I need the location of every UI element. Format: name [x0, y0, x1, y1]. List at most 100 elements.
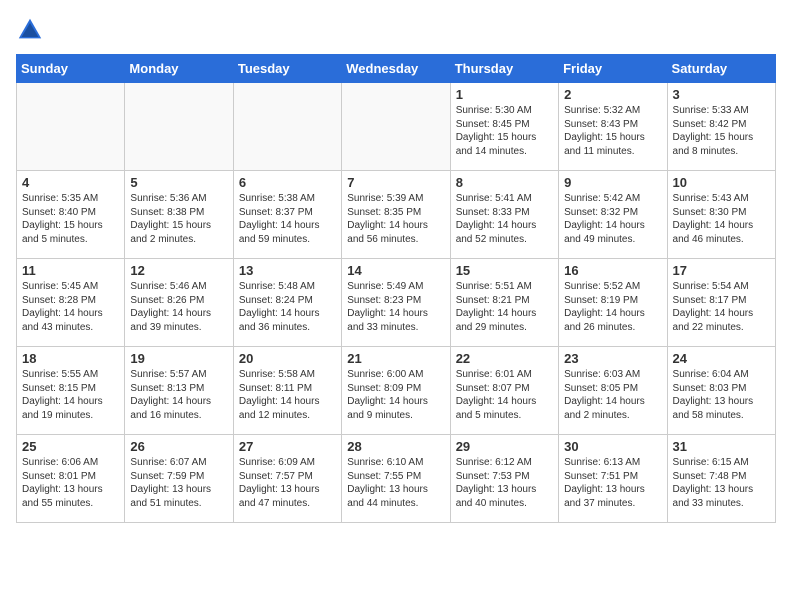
calendar-cell: 19Sunrise: 5:57 AM Sunset: 8:13 PM Dayli… [125, 347, 233, 435]
day-info: Sunrise: 6:00 AM Sunset: 8:09 PM Dayligh… [347, 368, 444, 422]
day-number: 17 [673, 263, 770, 278]
day-number: 21 [347, 351, 444, 366]
calendar-table: SundayMondayTuesdayWednesdayThursdayFrid… [16, 54, 776, 523]
day-info: Sunrise: 5:35 AM Sunset: 8:40 PM Dayligh… [22, 192, 119, 246]
day-number: 20 [239, 351, 336, 366]
calendar-cell: 25 Sunrise: 6:06 AM Sunset: 8:01 PM Dayli… [17, 435, 125, 523]
day-number: 4 [22, 175, 119, 190]
day-number: 6 [239, 175, 336, 190]
calendar-cell: 17 Sunrise: 5:54 AM Sunset: 8:17 PM Dayli… [667, 259, 775, 347]
calendar-cell [125, 83, 233, 171]
calendar-cell: 28Sunrise: 6:10 AM Sunset: 7:55 PM Dayli… [342, 435, 450, 523]
day-info: Sunrise: 5:45 AM Sunset: 8:28 PM Dayligh… [22, 280, 119, 334]
calendar-cell: 6 Sunrise: 5:38 AM Sunset: 8:37 PM Daylig… [233, 171, 341, 259]
day-number: 22 [456, 351, 553, 366]
calendar-cell: 18 Sunrise: 5:55 AM Sunset: 8:15 PM Dayli… [17, 347, 125, 435]
day-info: Sunrise: 6:09 AM Sunset: 7:57 PM Dayligh… [239, 456, 336, 510]
day-header-saturday: Saturday [667, 55, 775, 83]
calendar-cell: 26 Sunrise: 6:07 AM Sunset: 7:59 PM Dayli… [125, 435, 233, 523]
calendar-week-4: 18 Sunrise: 5:55 AM Sunset: 8:15 PM Dayli… [17, 347, 776, 435]
day-info: Sunrise: 5:51 AM Sunset: 8:21 PM Dayligh… [456, 280, 553, 334]
day-number: 1 [456, 87, 553, 102]
calendar-cell: 2 Sunrise: 5:32 AM Sunset: 8:43 PM Daylig… [559, 83, 667, 171]
calendar-cell: 5 Sunrise: 5:36 AM Sunset: 8:38 PM Daylig… [125, 171, 233, 259]
calendar-week-3: 11 Sunrise: 5:45 AM Sunset: 8:28 PM Dayli… [17, 259, 776, 347]
day-info: Sunrise: 6:03 AM Sunset: 8:05 PM Dayligh… [564, 368, 661, 422]
day-number: 2 [564, 87, 661, 102]
day-number: 14 [347, 263, 444, 278]
day-info: Sunrise: 5:30 AM Sunset: 8:45 PM Dayligh… [456, 104, 553, 158]
calendar-header-row: SundayMondayTuesdayWednesdayThursdayFrid… [17, 55, 776, 83]
day-number: 8 [456, 175, 553, 190]
day-info: Sunrise: 5:41 AM Sunset: 8:33 PM Dayligh… [456, 192, 553, 246]
calendar-cell [342, 83, 450, 171]
day-info: Sunrise: 5:58 AM Sunset: 8:11 PM Dayligh… [239, 368, 336, 422]
day-info: Sunrise: 5:43 AM Sunset: 8:30 PM Dayligh… [673, 192, 770, 246]
day-number: 9 [564, 175, 661, 190]
day-number: 13 [239, 263, 336, 278]
calendar-cell: 10 Sunrise: 5:43 AM Sunset: 8:30 PM Dayli… [667, 171, 775, 259]
calendar-cell: 24 Sunrise: 6:04 AM Sunset: 8:03 PM Dayli… [667, 347, 775, 435]
page-header [16, 16, 776, 44]
calendar-cell: 4 Sunrise: 5:35 AM Sunset: 8:40 PM Daylig… [17, 171, 125, 259]
day-info: Sunrise: 5:38 AM Sunset: 8:37 PM Dayligh… [239, 192, 336, 246]
day-number: 25 [22, 439, 119, 454]
calendar-cell: 8 Sunrise: 5:41 AM Sunset: 8:33 PM Daylig… [450, 171, 558, 259]
day-info: Sunrise: 5:39 AM Sunset: 8:35 PM Dayligh… [347, 192, 444, 246]
calendar-cell: 31Sunrise: 6:15 AM Sunset: 7:48 PM Dayli… [667, 435, 775, 523]
calendar-cell [17, 83, 125, 171]
day-info: Sunrise: 5:57 AM Sunset: 8:13 PM Dayligh… [130, 368, 227, 422]
day-info: Sunrise: 6:13 AM Sunset: 7:51 PM Dayligh… [564, 456, 661, 510]
calendar-cell [233, 83, 341, 171]
calendar-cell: 21 Sunrise: 6:00 AM Sunset: 8:09 PM Dayli… [342, 347, 450, 435]
calendar-cell: 13 Sunrise: 5:48 AM Sunset: 8:24 PM Dayli… [233, 259, 341, 347]
day-info: Sunrise: 6:04 AM Sunset: 8:03 PM Dayligh… [673, 368, 770, 422]
calendar-week-5: 25 Sunrise: 6:06 AM Sunset: 8:01 PM Dayli… [17, 435, 776, 523]
day-number: 24 [673, 351, 770, 366]
day-number: 18 [22, 351, 119, 366]
day-number: 15 [456, 263, 553, 278]
calendar-week-1: 1 Sunrise: 5:30 AM Sunset: 8:45 PM Daylig… [17, 83, 776, 171]
calendar-cell: 1 Sunrise: 5:30 AM Sunset: 8:45 PM Daylig… [450, 83, 558, 171]
day-info: Sunrise: 6:06 AM Sunset: 8:01 PM Dayligh… [22, 456, 119, 510]
calendar-cell: 3Sunrise: 5:33 AM Sunset: 8:42 PM Daylig… [667, 83, 775, 171]
calendar-cell: 7 Sunrise: 5:39 AM Sunset: 8:35 PM Daylig… [342, 171, 450, 259]
calendar-cell: 16 Sunrise: 5:52 AM Sunset: 8:19 PM Dayli… [559, 259, 667, 347]
day-number: 16 [564, 263, 661, 278]
day-header-friday: Friday [559, 55, 667, 83]
day-info: Sunrise: 5:48 AM Sunset: 8:24 PM Dayligh… [239, 280, 336, 334]
day-header-tuesday: Tuesday [233, 55, 341, 83]
day-number: 7 [347, 175, 444, 190]
day-number: 5 [130, 175, 227, 190]
calendar-cell: 27Sunrise: 6:09 AM Sunset: 7:57 PM Dayli… [233, 435, 341, 523]
day-header-monday: Monday [125, 55, 233, 83]
day-info: Sunrise: 6:10 AM Sunset: 7:55 PM Dayligh… [347, 456, 444, 510]
calendar-cell: 12Sunrise: 5:46 AM Sunset: 8:26 PM Dayli… [125, 259, 233, 347]
calendar-cell: 29 Sunrise: 6:12 AM Sunset: 7:53 PM Dayli… [450, 435, 558, 523]
day-number: 10 [673, 175, 770, 190]
calendar-cell: 15 Sunrise: 5:51 AM Sunset: 8:21 PM Dayli… [450, 259, 558, 347]
day-number: 3 [673, 87, 770, 102]
day-info: Sunrise: 6:12 AM Sunset: 7:53 PM Dayligh… [456, 456, 553, 510]
calendar-cell: 30Sunrise: 6:13 AM Sunset: 7:51 PM Dayli… [559, 435, 667, 523]
day-info: Sunrise: 6:07 AM Sunset: 7:59 PM Dayligh… [130, 456, 227, 510]
day-info: Sunrise: 5:42 AM Sunset: 8:32 PM Dayligh… [564, 192, 661, 246]
day-number: 29 [456, 439, 553, 454]
day-number: 23 [564, 351, 661, 366]
calendar-cell: 22Sunrise: 6:01 AM Sunset: 8:07 PM Dayli… [450, 347, 558, 435]
calendar-cell: 14Sunrise: 5:49 AM Sunset: 8:23 PM Dayli… [342, 259, 450, 347]
day-header-thursday: Thursday [450, 55, 558, 83]
day-number: 31 [673, 439, 770, 454]
day-info: Sunrise: 5:55 AM Sunset: 8:15 PM Dayligh… [22, 368, 119, 422]
calendar-cell: 9 Sunrise: 5:42 AM Sunset: 8:32 PM Daylig… [559, 171, 667, 259]
day-info: Sunrise: 5:36 AM Sunset: 8:38 PM Dayligh… [130, 192, 227, 246]
calendar-cell: 23 Sunrise: 6:03 AM Sunset: 8:05 PM Dayli… [559, 347, 667, 435]
calendar-cell: 20 Sunrise: 5:58 AM Sunset: 8:11 PM Dayli… [233, 347, 341, 435]
day-info: Sunrise: 5:54 AM Sunset: 8:17 PM Dayligh… [673, 280, 770, 334]
logo [16, 16, 48, 44]
day-info: Sunrise: 5:52 AM Sunset: 8:19 PM Dayligh… [564, 280, 661, 334]
day-info: Sunrise: 5:32 AM Sunset: 8:43 PM Dayligh… [564, 104, 661, 158]
day-number: 26 [130, 439, 227, 454]
day-info: Sunrise: 5:46 AM Sunset: 8:26 PM Dayligh… [130, 280, 227, 334]
day-number: 11 [22, 263, 119, 278]
